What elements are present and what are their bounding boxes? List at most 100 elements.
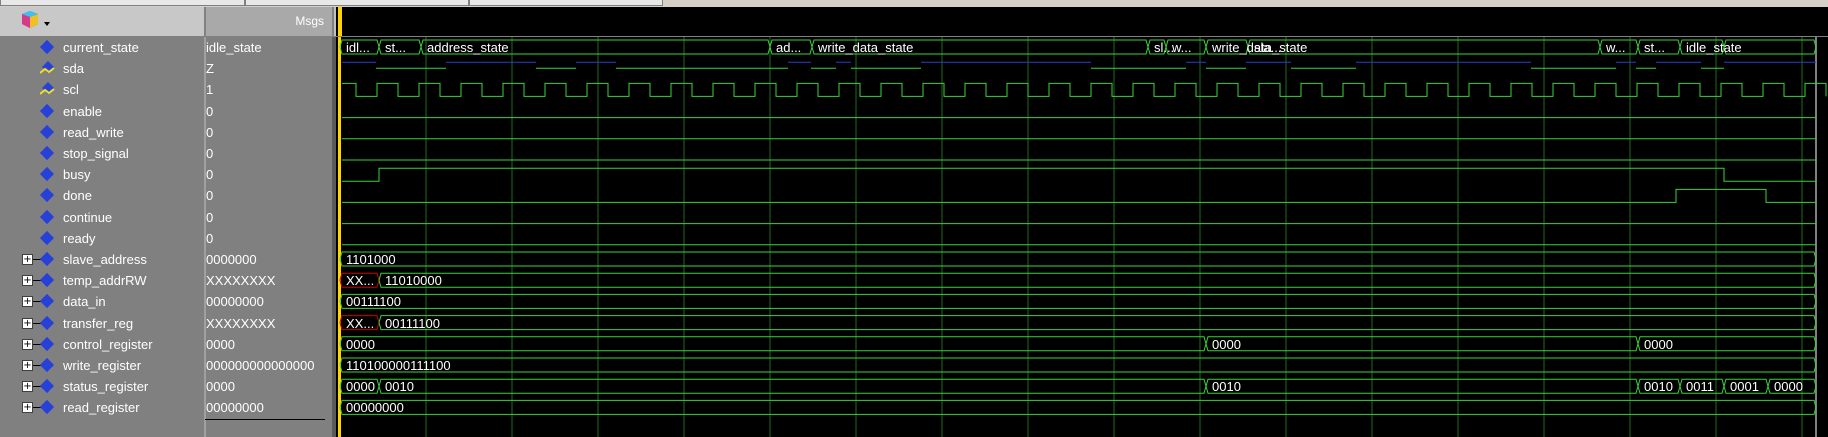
signal-value-text: 0000000 <box>206 252 257 267</box>
waveform-canvas <box>338 37 1827 437</box>
signal-row-status-register[interactable]: + status_register <box>0 376 204 397</box>
bus-segment <box>378 272 1817 288</box>
signal-value-text: 0 <box>206 124 214 140</box>
signal-row-read-write[interactable]: read_write <box>0 122 204 143</box>
signal-value-text: 0 <box>206 188 214 204</box>
signal-name: read_register <box>63 400 140 416</box>
expand-icon[interactable]: + <box>22 296 33 308</box>
signal-name: temp_addrRW <box>63 273 147 289</box>
signal-row-sda[interactable]: sda <box>0 58 204 79</box>
expand-icon[interactable]: + <box>22 254 33 265</box>
expand-icon[interactable]: + <box>22 381 33 393</box>
tab-stub[interactable] <box>0 0 245 6</box>
signal-row-control-register[interactable]: + control_register <box>0 334 204 355</box>
signal-name: enable <box>63 103 103 119</box>
bus-segment <box>339 336 1207 352</box>
signal-name: data_in <box>63 294 106 310</box>
signal-value-ready: 0 <box>206 228 332 249</box>
expand-icon[interactable]: + <box>22 275 33 287</box>
signal-row-stop-signal[interactable]: stop_signal <box>0 143 204 164</box>
bus-segment <box>1205 378 1639 394</box>
signal-row-done[interactable]: done <box>0 185 204 206</box>
signal-name: ready <box>63 230 96 246</box>
signal-value-busy: 0 <box>206 164 332 185</box>
signal-value-control-register: 0000 <box>206 334 332 355</box>
diamond-icon <box>39 336 55 351</box>
expand-icon[interactable]: + <box>22 317 33 329</box>
signal-value-continue: 0 <box>206 207 332 228</box>
tab-stub[interactable] <box>245 0 469 6</box>
signal-name: read_write <box>63 124 124 140</box>
signal-value-text: 00000000 <box>206 294 264 310</box>
tab-stub[interactable] <box>469 0 663 6</box>
bus-value-label: ad... <box>776 40 802 55</box>
bus-value-label: address_state <box>427 40 509 55</box>
bus-value-label: 0011 <box>1686 379 1714 395</box>
signal-value-scl: 1 <box>206 79 332 100</box>
bus-value-label: 00111100 <box>346 294 401 310</box>
diamond-icon <box>39 251 55 267</box>
signal-name: current_state <box>63 40 139 55</box>
diamond-icon <box>39 209 55 224</box>
signal-row-data-in[interactable]: + data_in <box>0 291 204 312</box>
signal-row-scl[interactable]: scl <box>0 79 204 100</box>
signal-row-read-register[interactable]: + read_register <box>0 397 204 418</box>
diamond-icon <box>39 230 55 245</box>
diamond-icon <box>39 315 55 330</box>
signal-name: busy <box>63 167 91 183</box>
bus-value-label: 00000000 <box>346 400 404 416</box>
signal-row-write-register[interactable]: + write_register <box>0 355 204 376</box>
signal-row-enable[interactable]: enable <box>0 101 204 122</box>
diamond-icon <box>39 145 55 161</box>
bus-value-label: write_data_state <box>818 40 914 55</box>
signal-name: stop_signal <box>63 146 129 161</box>
expand-icon[interactable]: + <box>22 402 33 414</box>
expand-icon[interactable]: + <box>22 338 33 350</box>
signal-value-text: 00000000 <box>206 400 264 416</box>
bus-value-label: XX... <box>346 315 375 331</box>
bus-value-label: XX... <box>346 273 375 289</box>
signal-row-continue[interactable]: continue <box>0 207 204 228</box>
signal-value-enable: 0 <box>206 101 332 122</box>
signal-name: write_register <box>63 358 142 373</box>
time-cursor-handle[interactable] <box>338 7 342 36</box>
cube-icon <box>22 11 50 28</box>
signal-value-write-register: 000000000000000 <box>206 355 332 376</box>
signal-name: continue <box>63 209 113 225</box>
bus-value-label: 0001 <box>1730 379 1759 395</box>
diamond-icon <box>39 188 55 203</box>
names-column-header <box>0 7 206 36</box>
signal-row-ready[interactable]: ready <box>0 228 204 249</box>
bus-value-label: idl... <box>346 40 370 55</box>
signal-row-current-state[interactable]: current_state <box>0 37 204 58</box>
signal-name: transfer_reg <box>63 315 134 331</box>
bus-value-label: 110100000111100 <box>346 358 451 373</box>
signal-value-text: 0 <box>206 146 214 161</box>
bus-segment <box>339 399 1817 415</box>
signal-row-slave-address[interactable]: + slave_address <box>0 249 204 270</box>
expand-icon[interactable]: + <box>22 360 33 371</box>
wave-menu-button[interactable] <box>14 11 54 31</box>
waveform-panel[interactable]: idl... st... address_state ad... write_data_… <box>336 37 1828 437</box>
value-underline <box>205 419 325 420</box>
signal-value-text: 000000000000000 <box>206 358 315 373</box>
signal-value-temp-addrRW: XXXXXXXX <box>206 270 332 291</box>
signal-row-transfer-reg[interactable]: + transfer_reg <box>0 313 204 334</box>
bus-segment <box>339 357 1817 373</box>
signal-value-stop-signal: 0 <box>206 143 332 164</box>
bus-value-label: 0000 <box>346 379 375 395</box>
signal-row-temp-addrRW[interactable]: + temp_addrRW <box>0 270 204 291</box>
bus-segment <box>378 315 1817 331</box>
signal-value-read-write: 0 <box>206 122 332 143</box>
signal-row-busy[interactable]: busy <box>0 164 204 185</box>
signal-name: control_register <box>63 336 153 352</box>
bus-value-label: 0010 <box>1212 379 1241 395</box>
diamond-icon <box>39 103 55 118</box>
diamond-icon <box>39 39 55 55</box>
signal-name: slave_address <box>63 252 147 267</box>
signal-value-text: XXXXXXXX <box>206 315 276 331</box>
signal-value-text: 0 <box>206 167 214 183</box>
signal-value-text: 0000 <box>206 336 235 352</box>
signal-value-read-register: 00000000 <box>206 397 332 418</box>
signal-value-text: 0 <box>206 230 214 246</box>
